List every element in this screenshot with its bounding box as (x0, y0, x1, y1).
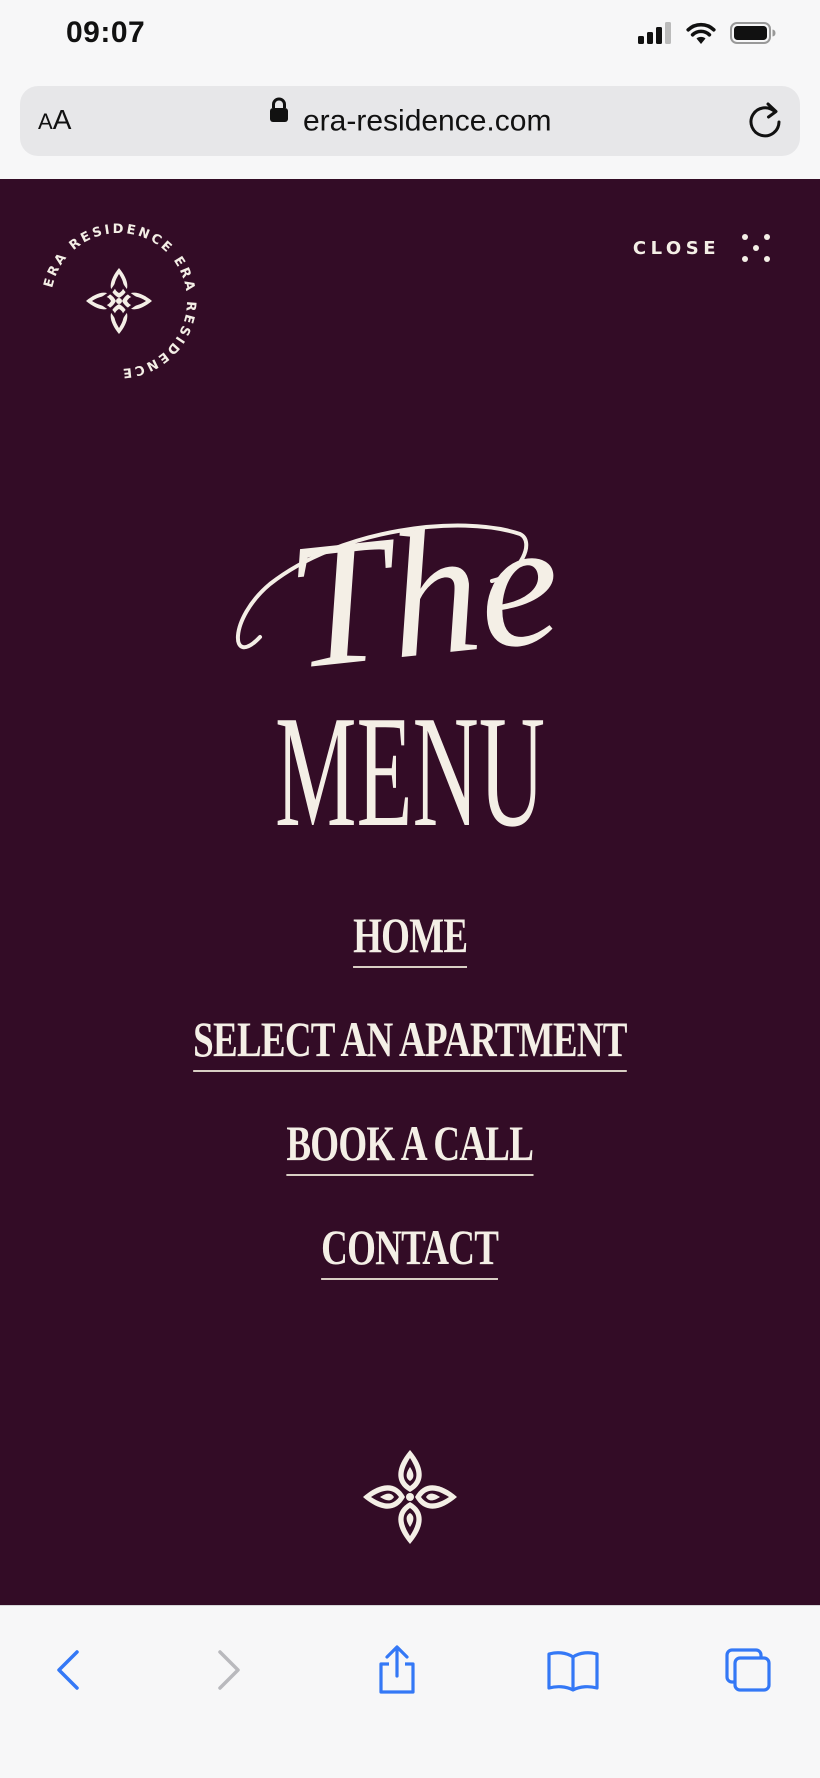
nav-item-book-call: BOOK A CALL (0, 1114, 820, 1218)
lock-icon (269, 97, 289, 140)
nav-link-contact[interactable]: CONTACT (321, 1218, 499, 1280)
heading-main: MENU (275, 682, 545, 860)
close-menu-button[interactable]: CLOSE (633, 234, 770, 262)
browser-toolbar (0, 1605, 820, 1778)
status-bar: 09:07 (0, 0, 820, 78)
heading-script: The (279, 481, 568, 707)
nav-link-select-apartment[interactable]: SELECT AN APARTMENT (193, 1010, 627, 1072)
nav-item-select-apartment: SELECT AN APARTMENT (0, 1010, 820, 1114)
tabs-button[interactable] (718, 1640, 778, 1700)
menu-overlay: ERA RESIDENCE ERA RESIDENCE CLOSE The ME… (0, 179, 820, 1605)
address-bar[interactable]: AA era-residence.com (20, 86, 800, 156)
brand-seal-logo[interactable]: ERA RESIDENCE ERA RESIDENCE (34, 216, 204, 386)
nav-link-book-call[interactable]: BOOK A CALL (286, 1114, 534, 1176)
bookmarks-button[interactable] (543, 1640, 603, 1700)
main-nav: HOME SELECT AN APARTMENT BOOK A CALL CON… (0, 906, 820, 1322)
share-icon (379, 1645, 415, 1694)
wifi-icon (686, 22, 716, 44)
nav-link-home[interactable]: HOME (352, 906, 468, 968)
nav-item-home: HOME (0, 906, 820, 1010)
tabs-icon (725, 1648, 771, 1692)
nav-item-contact: CONTACT (0, 1218, 820, 1322)
menu-heading: The MENU (235, 481, 568, 860)
back-icon (57, 1650, 79, 1690)
share-button[interactable] (367, 1640, 427, 1700)
reload-icon[interactable] (744, 100, 786, 142)
back-button[interactable] (38, 1640, 98, 1700)
url-field[interactable]: era-residence.com (20, 97, 800, 142)
cellular-signal-icon (638, 22, 671, 44)
close-label: CLOSE (632, 237, 720, 259)
forward-icon (218, 1650, 240, 1690)
close-dots-icon (742, 234, 770, 262)
url-text: era-residence.com (303, 104, 552, 138)
bottom-emblem-icon (363, 1450, 457, 1544)
status-time: 09:07 (66, 16, 146, 49)
forward-button[interactable] (199, 1640, 259, 1700)
status-icons (638, 22, 776, 44)
battery-icon (730, 22, 776, 44)
seal-emblem-icon (86, 268, 152, 334)
bookmarks-icon (547, 1651, 599, 1692)
